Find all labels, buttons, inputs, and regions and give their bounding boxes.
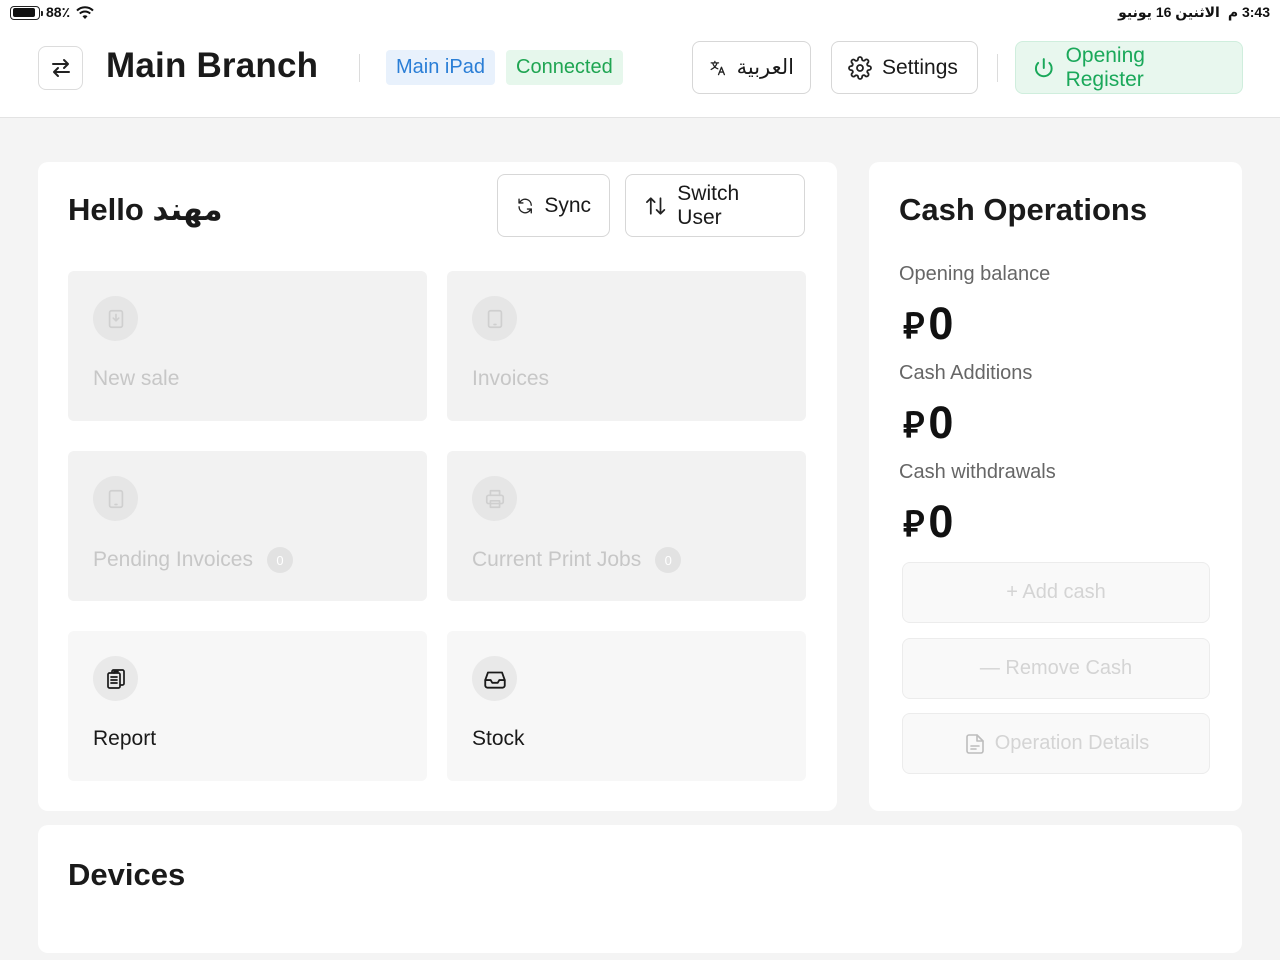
tablet-icon (93, 476, 138, 521)
gear-icon (848, 55, 872, 80)
clipboard-icon (93, 656, 138, 701)
tile-label: Invoices (472, 367, 550, 390)
battery-icon (10, 5, 43, 20)
settings-button[interactable]: Settings (831, 41, 978, 94)
status-left: 88٪ (10, 4, 94, 21)
cash-operations-panel: Cash Operations Opening balance ⃁ 0 Cash… (869, 162, 1242, 811)
tile-label: Report (93, 727, 157, 750)
tablet-icon (472, 296, 517, 341)
cash-additions-label: Cash Additions (899, 362, 1033, 384)
tile-label: Stock (472, 727, 525, 750)
up-down-arrows-icon (646, 196, 666, 215)
swap-arrows-icon (51, 59, 70, 77)
riyal-icon: ⃁ (903, 304, 924, 346)
document-icon (965, 733, 984, 754)
battery-level: 88٪ (46, 4, 71, 20)
add-cash-label: + Add cash (1006, 581, 1106, 603)
device-tag: Main iPad (386, 50, 495, 85)
sync-button[interactable]: Sync (497, 174, 610, 237)
inbox-icon (472, 656, 517, 701)
header-divider (359, 54, 360, 82)
opening-balance-label: Opening balance (899, 263, 1051, 285)
tile-label: New sale (93, 367, 180, 390)
language-button[interactable]: العربية (692, 41, 811, 94)
tile-stock[interactable]: Stock (447, 631, 806, 781)
riyal-icon: ⃁ (903, 403, 924, 445)
cash-withdrawals-value: ⃁ 0 (903, 496, 953, 548)
opening-register-button[interactable]: Opening Register (1015, 41, 1243, 94)
switch-user-label: Switch User (677, 181, 740, 229)
status-time: 3:43 م (1227, 4, 1270, 20)
opening-balance-amount: 0 (928, 298, 954, 349)
riyal-icon: ⃁ (903, 502, 924, 544)
greeting: Hello مهند (68, 192, 223, 227)
status-right: 3:43 م الاثنين 16 يونيو (1118, 4, 1270, 21)
status-date: الاثنين 16 يونيو (1118, 4, 1220, 20)
tile-pending-invoices[interactable]: Pending Invoices 0 (68, 451, 427, 601)
top-header: Main Branch Main iPad Connected العربية … (0, 26, 1280, 118)
add-cash-button[interactable]: + Add cash (902, 562, 1210, 623)
remove-cash-label: — Remove Cash (979, 657, 1133, 679)
switch-user-button[interactable]: Switch User (625, 174, 805, 237)
cash-operations-title: Cash Operations (899, 192, 1148, 227)
sync-label: Sync (544, 193, 591, 217)
language-label: العربية (736, 56, 794, 79)
tile-new-sale[interactable]: New sale (68, 271, 427, 421)
tile-label: Pending Invoices (93, 548, 253, 571)
cash-additions-value: ⃁ 0 (903, 397, 953, 449)
wifi-icon (76, 5, 94, 19)
count-badge: 0 (266, 547, 293, 573)
refresh-icon (518, 197, 532, 214)
header-divider-2 (997, 54, 998, 82)
translate-icon (710, 60, 726, 75)
printer-icon (472, 476, 517, 521)
power-icon (1034, 57, 1053, 77)
tile-current-print-jobs[interactable]: Current Print Jobs 0 (447, 451, 806, 601)
devices-title: Devices (68, 857, 186, 892)
operation-details-button[interactable]: Operation Details (902, 713, 1210, 774)
status-bar: 88٪ 3:43 م الاثنين 16 يونيو (0, 0, 1280, 26)
opening-register-label: Opening Register (1065, 43, 1145, 91)
operation-details-label: Operation Details (994, 732, 1150, 754)
cash-withdrawals-amount: 0 (928, 496, 954, 547)
opening-balance-value: ⃁ 0 (903, 298, 953, 350)
branch-title: Main Branch (106, 46, 319, 85)
connection-status-badge: Connected (506, 50, 623, 85)
settings-label: Settings (882, 55, 958, 79)
tile-label: Current Print Jobs (472, 548, 642, 571)
home-panel: Hello مهند Sync Switch User New sale Inv… (38, 162, 837, 811)
cash-additions-amount: 0 (928, 397, 954, 448)
devices-panel: Devices (38, 825, 1242, 953)
cash-withdrawals-label: Cash withdrawals (899, 461, 1056, 483)
tile-report[interactable]: Report (68, 631, 427, 781)
switch-branch-button[interactable] (38, 46, 83, 90)
tile-invoices[interactable]: Invoices (447, 271, 806, 421)
count-badge: 0 (655, 547, 682, 573)
remove-cash-button[interactable]: — Remove Cash (902, 638, 1210, 699)
download-tablet-icon (93, 296, 138, 341)
